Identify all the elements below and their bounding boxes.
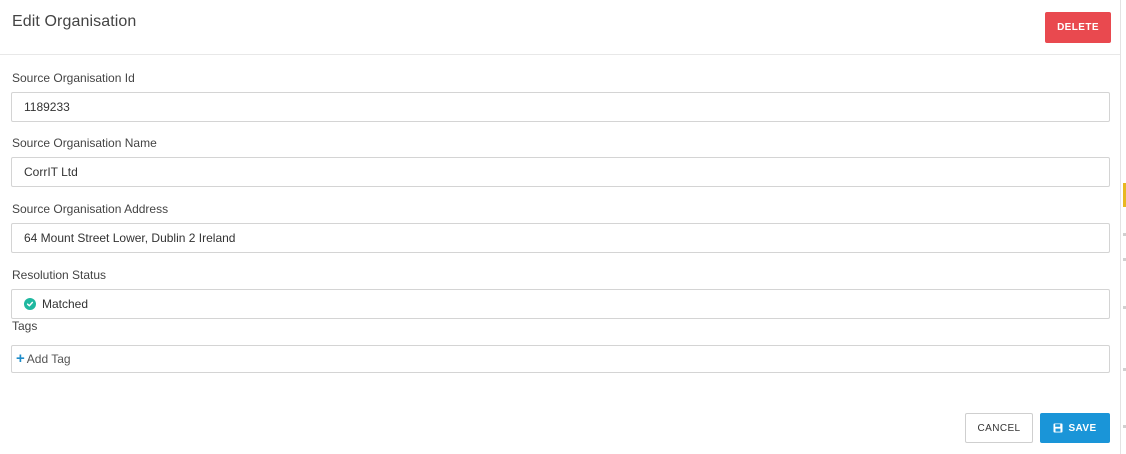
source-id-field[interactable]: 1189233 (11, 92, 1110, 122)
dialog-title: Edit Organisation (12, 13, 137, 30)
check-circle-icon (24, 298, 36, 310)
tags-label: Tags (12, 319, 38, 333)
resolution-status-value: Matched (42, 297, 89, 311)
resolution-status-label: Resolution Status (12, 268, 107, 282)
source-id-value: 1189233 (24, 100, 70, 114)
source-name-field[interactable]: CorrIT Ltd (11, 157, 1110, 187)
source-name-label: Source Organisation Name (12, 136, 157, 150)
source-id-label: Source Organisation Id (12, 71, 135, 85)
save-label: SAVE (1068, 422, 1097, 434)
source-address-label: Source Organisation Address (12, 202, 169, 216)
background-page-edge (1120, 0, 1126, 454)
add-tag-button[interactable]: + Add Tag (16, 350, 71, 367)
cancel-button[interactable]: CANCEL (965, 413, 1033, 443)
resolution-status-field[interactable]: Matched (11, 289, 1110, 319)
tags-field[interactable]: + Add Tag (11, 345, 1110, 373)
source-address-field[interactable]: 64 Mount Street Lower, Dublin 2 Ireland (11, 223, 1110, 253)
floppy-disk-icon (1053, 423, 1063, 433)
source-name-value: CorrIT Ltd (24, 165, 78, 179)
dialog-header: Edit Organisation DELETE (0, 0, 1120, 55)
save-button[interactable]: SAVE (1040, 413, 1110, 443)
edit-organisation-dialog: Edit Organisation DELETE Source Organisa… (0, 0, 1120, 454)
source-address-value: 64 Mount Street Lower, Dublin 2 Ireland (24, 231, 236, 245)
add-tag-label: Add Tag (26, 352, 71, 366)
plus-icon: + (16, 350, 25, 367)
delete-button[interactable]: DELETE (1045, 12, 1111, 43)
